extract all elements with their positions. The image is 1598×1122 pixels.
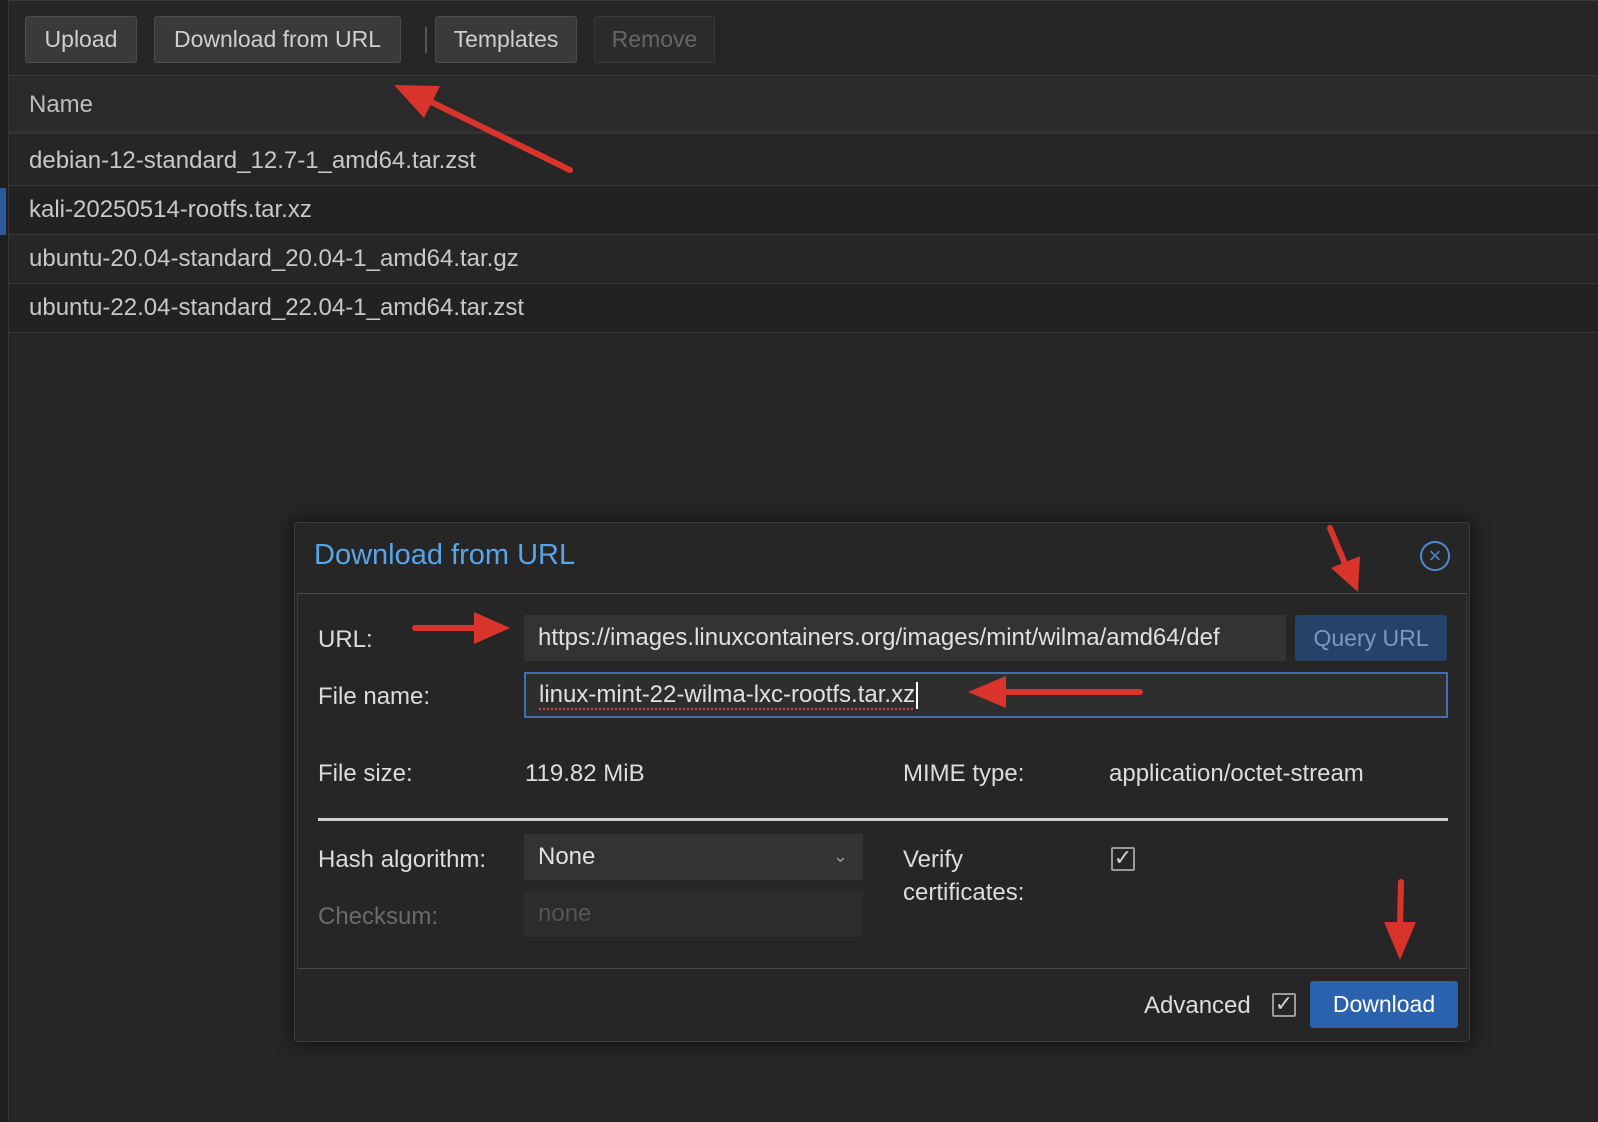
upload-button[interactable]: Upload: [25, 16, 137, 63]
mime-type-label: MIME type:: [903, 760, 1025, 787]
download-from-url-dialog: Download from URL × URL: https://images.…: [294, 522, 1470, 1042]
text-caret: [916, 682, 919, 710]
url-input[interactable]: https://images.linuxcontainers.org/image…: [524, 615, 1286, 661]
download-from-url-button[interactable]: Download from URL: [154, 16, 401, 63]
file-list: debian-12-standard_12.7-1_amd64.tar.zst …: [9, 137, 1598, 333]
dialog-body: URL: https://images.linuxcontainers.org/…: [297, 593, 1467, 969]
toolbar: Upload Download from URL Templates Remov…: [9, 0, 1598, 76]
checksum-label: Checksum:: [318, 903, 439, 930]
table-row[interactable]: debian-12-standard_12.7-1_amd64.tar.zst: [9, 137, 1598, 186]
hash-algorithm-label: Hash algorithm:: [318, 846, 487, 873]
table-row[interactable]: kali-20250514-rootfs.tar.xz: [9, 186, 1598, 235]
column-header-name[interactable]: Name: [29, 91, 93, 119]
verify-certificates-checkbox[interactable]: ✓: [1111, 847, 1135, 871]
remove-button[interactable]: Remove: [594, 16, 715, 63]
filename-input[interactable]: linux-mint-22-wilma-lxc-rootfs.tar.xz: [524, 672, 1448, 718]
filename-label: File name:: [318, 683, 431, 710]
filesize-value: 119.82 MiB: [525, 760, 645, 787]
checkmark-icon: ✓: [1113, 845, 1133, 870]
checkmark-icon: ✓: [1274, 991, 1294, 1016]
verify-certificates-label-line1: Verify: [903, 846, 964, 873]
checksum-input[interactable]: none: [524, 891, 863, 937]
download-button[interactable]: Download: [1310, 981, 1458, 1028]
section-divider: [318, 818, 1448, 821]
advanced-checkbox[interactable]: ✓: [1272, 993, 1296, 1017]
chevron-down-icon[interactable]: ⌄: [833, 844, 848, 868]
close-icon[interactable]: ×: [1420, 541, 1450, 571]
toolbar-separator: [425, 27, 427, 53]
advanced-label: Advanced: [1144, 992, 1251, 1019]
filename-value: linux-mint-22-wilma-lxc-rootfs.tar.xz: [539, 681, 916, 708]
mime-type-value: application/octet-stream: [1109, 760, 1364, 787]
table-row[interactable]: ubuntu-20.04-standard_20.04-1_amd64.tar.…: [9, 235, 1598, 284]
query-url-button[interactable]: Query URL: [1295, 615, 1447, 661]
hash-algorithm-select[interactable]: None ⌄: [524, 834, 863, 880]
table-row[interactable]: ubuntu-22.04-standard_22.04-1_amd64.tar.…: [9, 284, 1598, 333]
url-label: URL:: [318, 626, 373, 653]
grid-header[interactable]: Name: [9, 76, 1598, 134]
dialog-title: Download from URL: [314, 539, 576, 571]
templates-button[interactable]: Templates: [435, 16, 577, 63]
filesize-label: File size:: [318, 760, 413, 787]
left-panel-edge: [0, 0, 9, 1122]
hash-algorithm-value: None: [538, 843, 596, 870]
verify-certificates-label-line2: certificates:: [903, 879, 1025, 906]
selection-indicator: [0, 188, 6, 235]
